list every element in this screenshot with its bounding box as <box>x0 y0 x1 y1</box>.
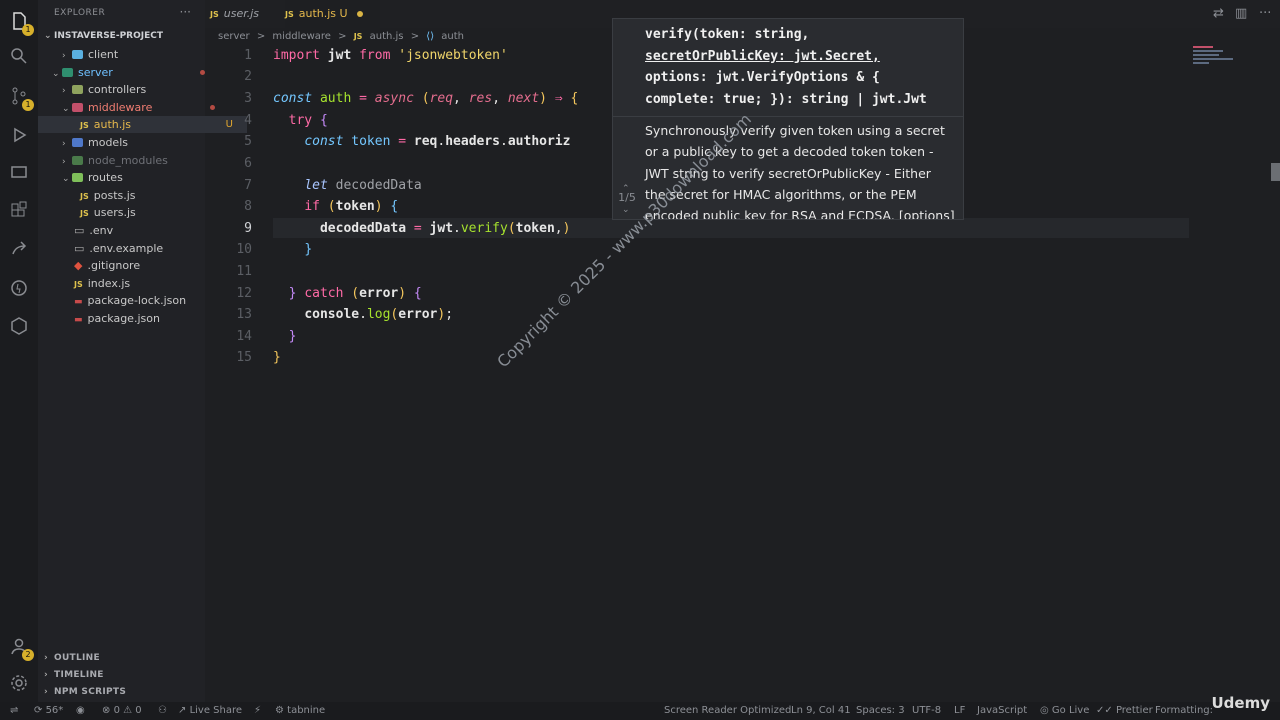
code-line-15: } <box>273 350 281 365</box>
folder-icon <box>72 50 83 59</box>
line-number: 2 <box>244 69 252 84</box>
tab-user-js[interactable]: JS user.js <box>210 0 280 28</box>
chevron-up-icon[interactable]: ⌃ <box>622 184 630 194</box>
indentation-status[interactable]: Spaces: 3 <box>856 702 905 720</box>
encoding-status[interactable]: UTF-8 <box>912 702 941 720</box>
tabnine-icon[interactable] <box>8 277 30 299</box>
ports-icon[interactable]: ◉ <box>76 702 85 720</box>
code-line-7: let decodedData <box>304 178 422 193</box>
code-line-14: } <box>288 329 297 344</box>
activity-bar: 1 1 2 <box>0 0 38 702</box>
folder-icon <box>72 85 83 94</box>
breadcrumb-middleware[interactable]: middleware <box>272 31 331 42</box>
search-icon[interactable] <box>8 45 30 67</box>
line-number: 7 <box>244 178 252 193</box>
tree-folder-controllers[interactable]: › controllers <box>38 81 229 98</box>
line-number: 11 <box>236 264 252 279</box>
tree-folder-middleware[interactable]: ⌄ middleware <box>38 99 229 116</box>
udemy-logo: Udemy <box>1211 694 1271 712</box>
tabnine-status[interactable]: ⚙ tabnine <box>275 702 325 720</box>
code-line-13: console.log(error); <box>304 307 454 322</box>
outline-section[interactable]: › OUTLINE <box>38 650 211 667</box>
code-line-5: const token = req.headers.authoriz <box>304 134 571 149</box>
line-number: 10 <box>236 242 252 257</box>
extensions-icon[interactable] <box>8 200 30 222</box>
formatting-status[interactable]: Formatting: <box>1155 702 1213 720</box>
prettier-status[interactable]: ✓✓ Prettier <box>1096 702 1153 720</box>
settings-gear-icon[interactable] <box>8 672 30 694</box>
line-number: 6 <box>244 156 252 171</box>
tree-folder-client[interactable]: › client <box>38 46 229 63</box>
folder-icon <box>72 156 83 165</box>
more-actions-icon[interactable]: ··· <box>1259 6 1271 21</box>
more-actions-icon[interactable]: ··· <box>180 5 191 19</box>
sync-status[interactable]: ⟳ 56* <box>34 702 63 720</box>
line-number: 4 <box>244 113 252 128</box>
split-editor-icon[interactable]: ▥ <box>1235 6 1247 21</box>
cursor-position[interactable]: Ln 9, Col 41 <box>791 702 851 720</box>
docker-icon[interactable] <box>8 315 30 337</box>
screen-reader-status[interactable]: Screen Reader Optimized <box>664 702 791 720</box>
tree-folder-server[interactable]: ⌄ server <box>38 64 219 81</box>
eol-status[interactable]: LF <box>954 702 965 720</box>
status-bar: ⇌ ⟳ 56* ◉ ⊗ 0 ⚠ 0 ⚇ ↗ Live Share ⚡ ⚙ tab… <box>0 702 1280 720</box>
code-line-10: } <box>304 242 313 257</box>
account-icon[interactable]: 2 <box>8 635 34 661</box>
remote-icon[interactable]: ⇌ <box>10 702 18 720</box>
tree-folder-node-modules[interactable]: › node_modules <box>38 152 229 169</box>
line-number: 13 <box>236 307 252 322</box>
explorer-sidebar: EXPLORER ··· ⌄ INSTAVERSE-PROJECT › client… <box>38 0 247 702</box>
files-icon[interactable]: 1 <box>8 10 34 36</box>
remote-explorer-icon[interactable] <box>8 162 30 184</box>
unsaved-dot-icon[interactable] <box>357 11 363 17</box>
line-number: 14 <box>236 329 252 344</box>
run-debug-icon[interactable] <box>8 124 30 146</box>
breadcrumb-server[interactable]: server <box>218 31 250 42</box>
npm-scripts-section[interactable]: › NPM SCRIPTS <box>38 684 211 701</box>
project-root[interactable]: ⌄ INSTAVERSE-PROJECT <box>38 28 211 45</box>
breadcrumb-auth-js[interactable]: auth.js <box>370 31 404 42</box>
problems-indicator[interactable]: ⊗ 0 ⚠ 0 <box>102 702 142 720</box>
tree-folder-models[interactable]: › models <box>38 134 229 151</box>
tree-folder-routes[interactable]: ⌄ routes <box>38 169 229 186</box>
language-mode[interactable]: JavaScript <box>977 702 1027 720</box>
code-line-3: const auth = async (req, res, next) ⇒ { <box>273 91 579 106</box>
tab-auth-js[interactable]: JS auth.js U <box>285 0 380 28</box>
line-number: 3 <box>244 91 252 106</box>
breadcrumb: server > middleware > JS auth.js > ⟨⟩ au… <box>218 31 465 42</box>
breadcrumb-auth-symbol[interactable]: auth <box>441 31 464 42</box>
function-signature: verify(token: string, secretOrPublicKey:… <box>645 27 927 107</box>
go-live-button[interactable]: ◎ Go Live <box>1040 702 1089 720</box>
timeline-section[interactable]: › TIMELINE <box>38 667 211 684</box>
minimap[interactable] <box>1193 44 1253 74</box>
live-share-status[interactable]: ↗ Live Share <box>178 702 242 720</box>
line-number: 12 <box>236 286 252 301</box>
compare-changes-icon[interactable]: ⇄ <box>1213 6 1224 21</box>
source-control-icon[interactable]: 1 <box>8 85 34 111</box>
folder-icon <box>72 173 83 182</box>
explorer-title: EXPLORER <box>54 8 106 18</box>
code-line-8: if (token) { <box>304 199 399 214</box>
line-number: 5 <box>244 134 252 149</box>
line-number: 1 <box>244 48 252 63</box>
line-number-current: 9 <box>244 221 252 236</box>
folder-icon <box>72 138 83 147</box>
line-number: 8 <box>244 199 252 214</box>
code-line-4: try { <box>288 113 328 128</box>
line-number: 15 <box>236 350 252 365</box>
tabnine-status-icon[interactable]: ⚡ <box>254 702 261 720</box>
code-line-1: import jwt from 'jsonwebtoken' <box>273 48 508 63</box>
folder-icon <box>72 103 83 112</box>
live-share-icon[interactable] <box>8 238 30 260</box>
code-line-12: } catch (error) { <box>288 286 422 301</box>
code-line-9: decodedData = jwt.verify(token,) <box>319 221 571 236</box>
folder-icon <box>62 68 73 77</box>
account-status-icon[interactable]: ⚇ <box>158 702 167 720</box>
chevron-down-icon[interactable]: ⌄ <box>622 205 630 215</box>
editor-scrollbar[interactable] <box>1271 163 1280 181</box>
